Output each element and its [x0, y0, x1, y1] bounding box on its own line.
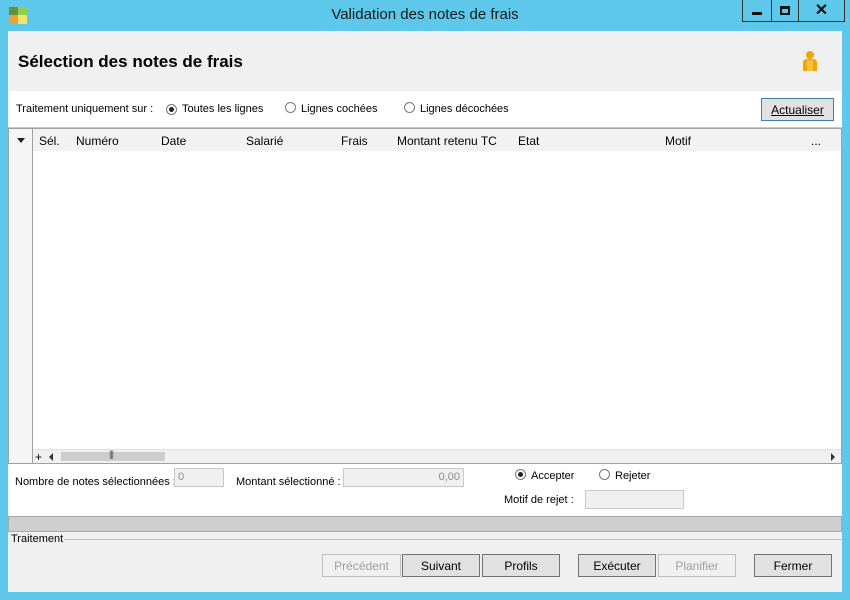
selected-amount-label: Montant sélectionné :	[236, 476, 341, 488]
footer: Traitement Précédent Suivant Profils Exé…	[8, 532, 842, 592]
selected-count-field: 0	[174, 468, 224, 487]
radio-reject[interactable]	[599, 469, 610, 480]
execute-button-label: Exécuter	[593, 558, 641, 573]
column-header-date[interactable]: Date	[161, 134, 186, 148]
horizontal-scrollbar[interactable]: + |||	[33, 449, 841, 464]
selected-count-label: Nombre de notes sélectionnées :	[15, 476, 176, 488]
maximize-button[interactable]	[771, 0, 799, 22]
profiles-button-label: Profils	[504, 558, 538, 573]
user-icon	[803, 51, 817, 71]
minimize-icon	[752, 12, 762, 15]
schedule-button-label: Planifier	[675, 558, 719, 573]
schedule-button[interactable]: Planifier	[658, 554, 736, 577]
radio-checked-lines-label[interactable]: Lignes cochées	[301, 103, 377, 115]
column-header-sel[interactable]: Sél.	[39, 134, 60, 148]
client-area: Sélection des notes de frais Traitement …	[8, 31, 842, 592]
radio-accept-label[interactable]: Accepter	[531, 470, 574, 482]
column-header-motif[interactable]: Motif	[665, 134, 691, 148]
maximize-icon	[780, 6, 790, 15]
radio-accept[interactable]	[515, 469, 526, 480]
scroll-left-icon[interactable]	[49, 453, 53, 461]
column-header-montant[interactable]: Montant retenu TC	[397, 134, 497, 148]
minimize-button[interactable]	[742, 0, 772, 22]
grid-header: Sél. Numéro Date Salarié Frais Montant r…	[33, 129, 841, 151]
main-window: Validation des notes de frais ✕ Sélectio…	[0, 0, 850, 600]
radio-unchecked-lines[interactable]	[404, 102, 415, 113]
grid-row-header-column	[9, 129, 33, 463]
column-header-numero[interactable]: Numéro	[76, 134, 119, 148]
reject-reason-label: Motif de rejet :	[504, 494, 574, 506]
title-bar[interactable]: Validation des notes de frais ✕	[0, 0, 850, 31]
column-header-salarie[interactable]: Salarié	[246, 134, 283, 148]
window-title: Validation des notes de frais	[331, 6, 519, 23]
next-button-label: Suivant	[420, 558, 462, 573]
filter-label: Traitement uniquement sur :	[16, 103, 154, 115]
next-button[interactable]: Suivant	[402, 554, 480, 577]
close-window-button[interactable]: ✕	[798, 0, 845, 22]
processing-group-label: Traitement	[11, 533, 64, 545]
scroll-right-icon[interactable]	[831, 453, 835, 461]
notes-grid[interactable]: Sél. Numéro Date Salarié Frais Montant r…	[8, 128, 842, 464]
column-header-etat[interactable]: Etat	[518, 134, 539, 148]
page-title: Sélection des notes de frais	[18, 52, 243, 71]
expand-icon[interactable]: +	[35, 450, 42, 464]
close-button[interactable]: Fermer	[754, 554, 832, 577]
previous-button[interactable]: Précédent	[322, 554, 401, 577]
radio-all-lines[interactable]	[166, 104, 177, 115]
group-divider	[64, 539, 842, 540]
progress-bar	[8, 516, 842, 532]
refresh-button-label: Actualiser	[771, 102, 824, 117]
profiles-button[interactable]: Profils	[482, 554, 560, 577]
radio-checked-lines[interactable]	[285, 102, 296, 113]
filter-bar: Traitement uniquement sur : Toutes les l…	[8, 91, 842, 128]
previous-button-label: Précédent	[334, 558, 389, 573]
selected-amount-field: 0,00	[343, 468, 464, 487]
column-header-frais[interactable]: Frais	[341, 134, 368, 148]
scrollbar-thumb[interactable]: |||	[61, 449, 165, 461]
close-icon: ✕	[814, 1, 829, 19]
reject-reason-field[interactable]	[585, 490, 684, 509]
selection-summary: Nombre de notes sélectionnées : 0 Montan…	[8, 464, 842, 516]
radio-all-lines-label[interactable]: Toutes les lignes	[182, 103, 263, 115]
execute-button[interactable]: Exécuter	[578, 554, 656, 577]
close-button-label: Fermer	[773, 558, 813, 573]
column-header-more[interactable]: ...	[811, 134, 821, 148]
refresh-button[interactable]: Actualiser	[761, 98, 834, 121]
radio-reject-label[interactable]: Rejeter	[615, 470, 650, 482]
page-header: Sélection des notes de frais	[8, 31, 842, 91]
column-menu-icon[interactable]	[17, 138, 25, 143]
radio-unchecked-lines-label[interactable]: Lignes décochées	[420, 103, 509, 115]
